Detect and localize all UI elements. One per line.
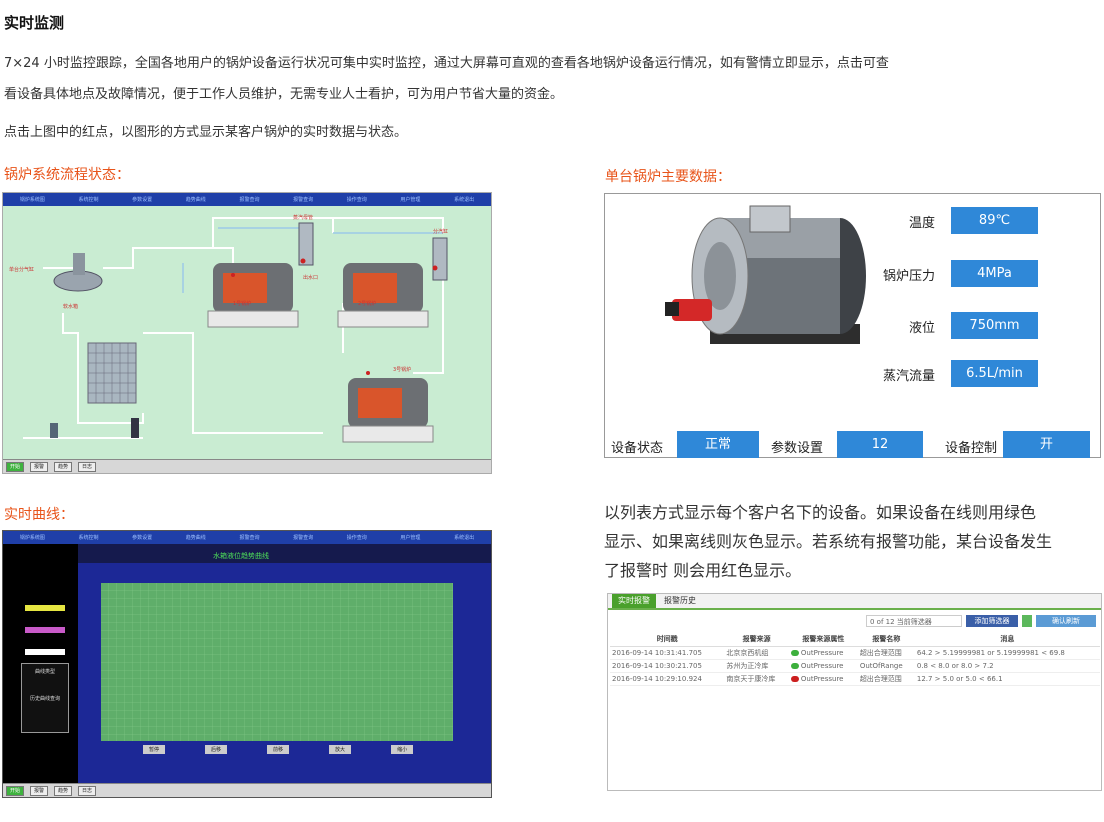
flow-start-button[interactable]: 开始 [6, 461, 25, 472]
curve-nav-item[interactable]: 系统控制 [78, 534, 98, 541]
col-time: 时间戳 [610, 632, 725, 647]
section-curve-title: 实时曲线： [4, 507, 74, 523]
tab-alarm-history[interactable]: 报警历史 [658, 594, 702, 608]
curve-zoomout-button[interactable]: 缩小 [391, 745, 414, 754]
temperature-value: 89℃ [951, 207, 1038, 234]
steam-flow-value: 6.5L/min [951, 360, 1038, 387]
curve-nav-item[interactable]: 报警查询 [239, 534, 259, 541]
curve-taskbar: 开始 报警 趋势 日志 [3, 783, 491, 797]
alarm-list-panel: 实时报警 报警历史 0 of 12 当前筛选器 添加筛选器 确认刷新 时间戳 报… [607, 593, 1102, 791]
boiler-3-icon [342, 378, 434, 443]
level-label: 液位 [908, 321, 935, 336]
page-title: 实时监测 [4, 14, 65, 32]
curve-nav-item[interactable]: 锅炉系统图 [20, 534, 45, 541]
device-status-value: 正常 [677, 431, 759, 458]
tab-realtime-alarm[interactable]: 实时报警 [612, 594, 656, 608]
table-row[interactable]: 2016-09-14 10:31:41.705 北京京西机组 OutPressu… [610, 646, 1100, 660]
curve-nav-item[interactable]: 参数设置 [132, 534, 152, 541]
section-boiler-title: 单台锅炉主要数据： [605, 169, 731, 185]
curve-nav-bar: 锅炉系统图 系统控制 参数设置 趋势曲线 报警查询 报警查询 操作查询 用户管理… [3, 531, 491, 544]
svg-text:蒸汽母管: 蒸汽母管 [293, 214, 313, 221]
flow-diagram: 软水箱 单台分气缸 蒸汽母管 1号锅炉 2号锅炉 3号锅炉 分汽缸 出水口 [9, 214, 448, 443]
pressure-value: 4MPa [951, 260, 1038, 287]
steam-flow-label: 蒸汽流量 [882, 369, 935, 384]
svg-text:1号锅炉: 1号锅炉 [233, 300, 251, 307]
svg-text:出水口: 出水口 [303, 274, 318, 281]
svg-text:3号锅炉: 3号锅炉 [393, 366, 411, 373]
curve-log-button[interactable]: 日志 [78, 785, 97, 796]
section-flow-title: 锅炉系统流程状态： [4, 167, 130, 183]
alarm-table: 时间戳 报警来源 报警来源属性 报警名称 消息 2016-09-14 10:31… [610, 632, 1100, 686]
col-msg: 消息 [914, 632, 1100, 647]
curve-nav-item[interactable]: 用户管理 [400, 534, 420, 541]
table-row[interactable]: 2016-09-14 10:29:10.924 南京天于康冷库 OutPress… [610, 672, 1100, 686]
svg-text:分汽缸: 分汽缸 [433, 228, 448, 235]
col-source: 报警来源 [724, 632, 789, 647]
curve-nav-item[interactable]: 报警查询 [293, 534, 313, 541]
add-filter-button[interactable]: 添加筛选器 [966, 615, 1018, 627]
refresh-button[interactable]: 确认刷新 [1036, 615, 1096, 627]
svg-text:单台分气缸: 单台分气缸 [9, 266, 34, 273]
curve-options-box[interactable]: 曲线类型 历史曲线查询 [21, 663, 69, 733]
col-name: 报警名称 [857, 632, 915, 647]
alarm-desc-line-2: 显示、如果离线则灰色显示。若系统有报警功能，某台设备发生 [604, 532, 1053, 551]
curve-start-button[interactable]: 开始 [6, 785, 25, 796]
level-value: 750mm [951, 312, 1038, 339]
intro-line-2: 看设备具体地点及故障情况，便于工作人员维护，无需专业人士看护，可为用户节省大量的… [4, 87, 564, 102]
status-online-icon [790, 650, 799, 656]
device-control-button[interactable]: 开 [1003, 431, 1090, 458]
curve-nav-item[interactable]: 系统退出 [454, 534, 474, 541]
curve-pause-button[interactable]: 暂停 [143, 745, 166, 754]
boiler-data-panel: 温度 89℃ 锅炉压力 4MPa 液位 750mm 蒸汽流量 6.5L/min … [604, 193, 1101, 458]
device-control-label: 设备控制 [945, 441, 998, 456]
curve-alarm-button[interactable]: 报警 [30, 785, 49, 796]
curve-trend-button[interactable]: 趋势 [54, 785, 73, 796]
device-status-label: 设备状态 [611, 441, 664, 456]
curve-controls: 暂停 后移 前移 放大 缩小 [143, 745, 414, 754]
flow-taskbar: 开始 报警 趋势 日志 [3, 459, 491, 473]
curve-forward-button[interactable]: 前移 [267, 745, 290, 754]
table-row[interactable]: 2016-09-14 10:30:21.705 苏州为正冷库 OutPressu… [610, 659, 1100, 673]
realtime-curve-screenshot[interactable]: 锅炉系统图 系统控制 参数设置 趋势曲线 报警查询 报警查询 操作查询 用户管理… [2, 530, 492, 798]
status-alarm-icon [790, 676, 799, 682]
intro-line-1: 7×24 小时监控跟踪，全国各地用户的锅炉设备运行状况可集中实时监控，通过大屏幕… [4, 56, 889, 71]
curve-title: 水箱液位趋势曲线 [213, 552, 269, 560]
boiler-image [665, 205, 866, 344]
temperature-label: 温度 [908, 216, 935, 231]
svg-text:2号锅炉: 2号锅炉 [358, 300, 376, 307]
param-setting-value[interactable]: 12 [837, 431, 923, 458]
col-attr: 报警来源属性 [788, 632, 858, 647]
flow-log-button[interactable]: 日志 [78, 461, 97, 472]
param-setting-label: 参数设置 [771, 441, 824, 456]
flow-trend-button[interactable]: 趋势 [54, 461, 73, 472]
alarm-description: 以列表方式显示每个客户名下的设备。如果设备在线则用绿色 显示、如果离线则灰色显示… [604, 498, 1104, 585]
green-toggle[interactable] [1022, 615, 1032, 627]
curve-zoomin-button[interactable]: 放大 [329, 745, 352, 754]
filter-count: 0 of 12 当前筛选器 [866, 615, 962, 627]
curve-plot-area [101, 583, 453, 741]
alarm-desc-line-1: 以列表方式显示每个客户名下的设备。如果设备在线则用绿色 [604, 503, 1037, 522]
alarm-tabs: 实时报警 报警历史 [608, 594, 1101, 610]
curve-back-button[interactable]: 后移 [205, 745, 228, 754]
boiler-2-icon [337, 263, 429, 328]
svg-text:软水箱: 软水箱 [63, 303, 78, 310]
flow-alarm-button[interactable]: 报警 [30, 461, 49, 472]
status-online-icon [790, 663, 799, 669]
curve-nav-item[interactable]: 操作查询 [347, 534, 367, 541]
boiler-flow-screenshot[interactable]: 锅炉系统图 系统控制 参数设置 趋势曲线 报警查询 报警查询 操作查询 用户管理… [2, 192, 492, 474]
alarm-desc-line-3: 了报警时 则会用红色显示。 [604, 561, 802, 580]
intro-line-3: 点击上图中的红点，以图形的方式显示某客户锅炉的实时数据与状态。 [4, 125, 408, 140]
boiler-1-icon [207, 263, 299, 328]
pressure-label: 锅炉压力 [882, 269, 935, 284]
curve-nav-item[interactable]: 趋势曲线 [186, 534, 206, 541]
